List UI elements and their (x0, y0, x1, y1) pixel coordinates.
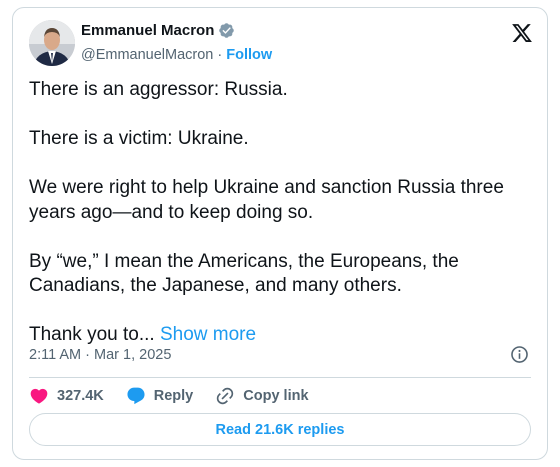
heart-icon (30, 388, 48, 404)
follow-button[interactable]: Follow (226, 47, 272, 63)
action-bar: 327.4K Reply Copy link (29, 385, 331, 407)
copy-link-label: Copy link (243, 388, 309, 404)
separator-dot: · (217, 47, 223, 63)
read-replies-button[interactable]: Read 21.6K replies (29, 413, 531, 446)
avatar[interactable] (29, 20, 75, 66)
like-count: 327.4K (57, 388, 104, 404)
tweet-paragraph: There is an aggressor: Russia. (29, 79, 288, 100)
divider (29, 377, 531, 378)
info-icon[interactable] (510, 345, 529, 364)
verified-badge-icon (219, 23, 235, 38)
tweet-text[interactable]: There is an aggressor: Russia. There is … (29, 78, 525, 348)
tweet-paragraph: There is a victim: Ukraine. (29, 128, 249, 149)
truncated-text: Thank you to... (29, 324, 155, 345)
author-name[interactable]: Emmanuel Macron (81, 22, 214, 39)
tweet-paragraph: We were right to help Ukraine and sancti… (29, 177, 504, 223)
like-button[interactable]: 327.4K (29, 386, 104, 406)
tweet-paragraph: By “we,” I mean the Americans, the Europ… (29, 250, 459, 297)
tweet-card[interactable]: Emmanuel Macron @EmmanuelMacron · Follow… (12, 7, 548, 460)
x-logo-icon[interactable] (511, 22, 533, 44)
author-handle[interactable]: @EmmanuelMacron (81, 47, 213, 63)
reply-button[interactable]: Reply (126, 386, 194, 406)
tweet-timestamp[interactable]: 2:11 AM · Mar 1, 2025 (29, 347, 171, 363)
tweet-paragraph-truncated: Thank you to... Show more (29, 323, 525, 348)
link-icon (217, 387, 234, 405)
copy-link-button[interactable]: Copy link (215, 386, 309, 406)
show-more-link[interactable]: Show more (160, 324, 256, 345)
reply-label: Reply (153, 388, 194, 404)
reply-bubble-icon (127, 387, 145, 405)
